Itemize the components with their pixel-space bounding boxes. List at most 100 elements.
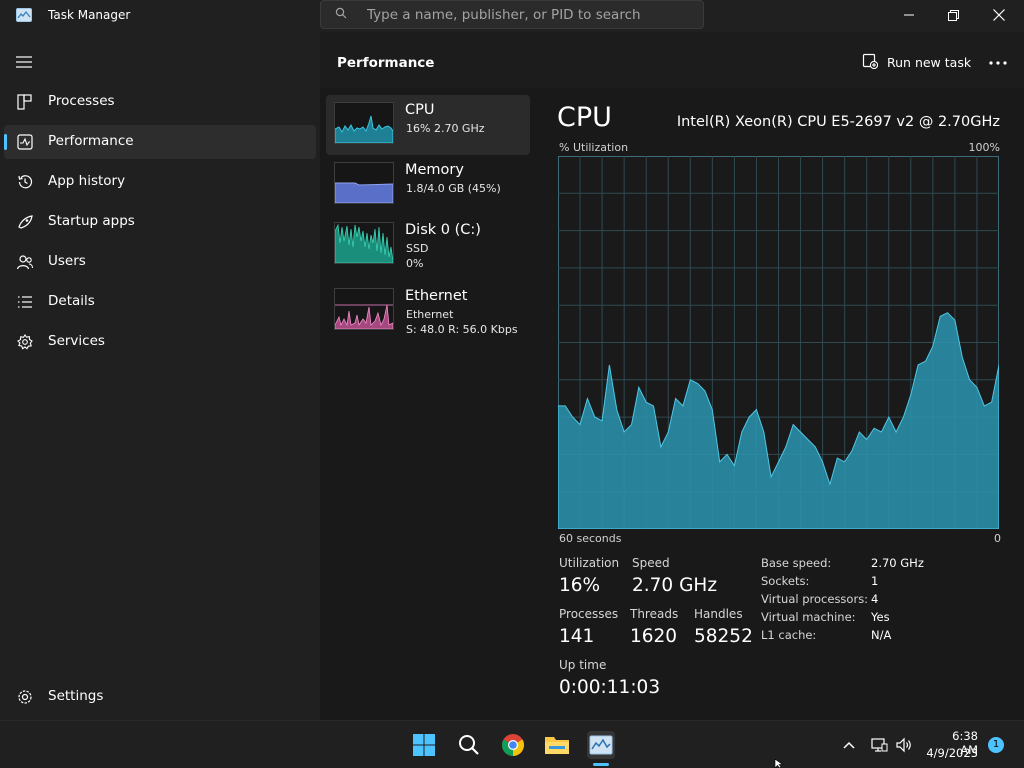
cpu-heading: CPU xyxy=(557,102,612,133)
notification-badge[interactable]: 1 xyxy=(988,737,1004,753)
x-axis-left-label: 60 seconds xyxy=(559,532,622,545)
x-axis-right-label: 0 xyxy=(994,532,1001,545)
nav-item-users[interactable]: Users xyxy=(4,245,316,279)
mouse-cursor-icon xyxy=(774,759,784,768)
virtual-processors-value: 4 xyxy=(871,592,879,606)
details-icon xyxy=(18,296,32,308)
perf-item-ethernet-adapter: Ethernet xyxy=(406,308,454,321)
taskbar-file-explorer-button[interactable] xyxy=(543,731,571,759)
perf-item-memory-title: Memory xyxy=(405,162,464,178)
search-box[interactable]: Type a name, publisher, or PID to search xyxy=(320,0,704,29)
nav-item-settings[interactable]: Settings xyxy=(4,680,316,714)
processes-icon xyxy=(17,94,32,110)
processes-value: 141 xyxy=(559,626,595,647)
maximize-button[interactable] xyxy=(930,0,976,30)
content-header: Performance Run new task xyxy=(320,32,1024,88)
cpu-detail-panel: CPU Intel(R) Xeon(R) CPU E5-2697 v2 @ 2.… xyxy=(532,88,1024,720)
speed-value: 2.70 GHz xyxy=(632,575,718,596)
performance-list: CPU 16% 2.70 GHz Memory 1.8/4.0 GB (45%)… xyxy=(320,88,532,720)
more-options-icon[interactable] xyxy=(988,61,1008,65)
minimize-button[interactable] xyxy=(886,0,932,30)
perf-item-cpu[interactable]: CPU 16% 2.70 GHz xyxy=(326,95,530,155)
perf-item-memory[interactable]: Memory 1.8/4.0 GB (45%) xyxy=(326,155,530,215)
nav-label-performance: Performance xyxy=(48,133,134,149)
taskbar-task-manager-button[interactable] xyxy=(587,731,615,759)
uptime-label: Up time xyxy=(559,658,607,672)
close-button[interactable] xyxy=(976,0,1022,30)
hamburger-menu-icon[interactable] xyxy=(16,56,32,68)
performance-icon xyxy=(17,134,33,150)
utilization-value: 16% xyxy=(559,575,601,596)
active-app-indicator xyxy=(593,763,609,766)
search-icon xyxy=(459,735,479,755)
start-button[interactable] xyxy=(410,731,438,759)
perf-item-ethernet-title: Ethernet xyxy=(405,288,468,304)
cpu-utilization-graph xyxy=(558,156,999,529)
task-manager-icon xyxy=(589,735,613,755)
virtual-machine-label: Virtual machine: xyxy=(761,610,856,624)
perf-item-cpu-title: CPU xyxy=(405,102,435,118)
virtual-processors-label: Virtual processors: xyxy=(761,592,869,606)
taskbar-chrome-button[interactable] xyxy=(499,731,527,759)
navigation-pane: Processes Performance App history Startu… xyxy=(0,32,320,720)
history-icon xyxy=(18,175,33,189)
page-title: Performance xyxy=(337,55,435,71)
base-speed-value: 2.70 GHz xyxy=(871,556,924,570)
nav-label-startup-apps: Startup apps xyxy=(48,213,135,229)
run-new-task-label: Run new task xyxy=(887,55,972,70)
taskbar-search-button[interactable] xyxy=(455,731,483,759)
settings-gear-icon xyxy=(18,690,32,704)
handles-value: 58252 xyxy=(694,626,753,647)
processes-label: Processes xyxy=(559,607,619,621)
nav-item-performance[interactable]: Performance xyxy=(4,125,316,159)
startup-icon xyxy=(18,215,33,229)
restore-icon xyxy=(947,9,959,21)
active-indicator xyxy=(4,134,7,150)
memory-thumbnail-graph xyxy=(334,162,394,204)
nav-label-settings: Settings xyxy=(48,688,104,704)
utilization-label: Utilization xyxy=(559,556,620,570)
sockets-label: Sockets: xyxy=(761,574,810,588)
chevron-up-icon[interactable] xyxy=(840,737,858,753)
minimize-icon xyxy=(904,14,914,16)
ethernet-thumbnail-graph xyxy=(334,288,394,330)
nav-item-processes[interactable]: Processes xyxy=(4,85,316,119)
threads-value: 1620 xyxy=(630,626,678,647)
perf-item-disk[interactable]: Disk 0 (C:) SSD 0% xyxy=(326,215,530,275)
nav-label-processes: Processes xyxy=(48,93,115,109)
perf-item-ethernet-throughput: S: 48.0 R: 56.0 Kbps xyxy=(406,323,518,336)
services-icon xyxy=(17,334,33,350)
l1-cache-label: L1 cache: xyxy=(761,628,817,642)
nav-item-startup-apps[interactable]: Startup apps xyxy=(4,205,316,239)
nav-item-app-history[interactable]: App history xyxy=(4,165,316,199)
users-icon xyxy=(16,255,34,270)
clock-date[interactable]: 4/9/2023 xyxy=(926,746,978,760)
chrome-icon xyxy=(502,734,524,756)
sockets-value: 1 xyxy=(871,574,879,588)
task-manager-app-icon xyxy=(16,8,32,22)
y-axis-label: % Utilization xyxy=(559,141,629,154)
run-task-icon xyxy=(862,53,878,69)
perf-item-memory-sub: 1.8/4.0 GB (45%) xyxy=(406,182,501,195)
nav-item-services[interactable]: Services xyxy=(4,325,316,359)
perf-item-disk-title: Disk 0 (C:) xyxy=(405,222,481,238)
perf-item-cpu-sub: 16% 2.70 GHz xyxy=(406,122,485,135)
volume-icon[interactable] xyxy=(895,737,913,753)
nav-label-app-history: App history xyxy=(48,173,126,189)
base-speed-label: Base speed: xyxy=(761,556,832,570)
uptime-value: 0:00:11:03 xyxy=(559,677,661,698)
file-explorer-icon xyxy=(545,737,569,754)
network-icon[interactable] xyxy=(870,737,888,753)
disk-thumbnail-graph xyxy=(334,222,394,264)
speed-label: Speed xyxy=(632,556,670,570)
taskbar: 6:38 AM 4/9/2023 1 xyxy=(0,720,1024,768)
nav-item-details[interactable]: Details xyxy=(4,285,316,319)
search-placeholder: Type a name, publisher, or PID to search xyxy=(367,7,641,23)
nav-label-users: Users xyxy=(48,253,86,269)
perf-item-disk-type: SSD xyxy=(406,242,429,255)
search-icon xyxy=(335,7,347,19)
nav-label-details: Details xyxy=(48,293,95,309)
perf-item-ethernet[interactable]: Ethernet Ethernet S: 48.0 R: 56.0 Kbps xyxy=(326,281,530,341)
close-icon xyxy=(993,9,1005,21)
l1-cache-value: N/A xyxy=(871,628,892,642)
